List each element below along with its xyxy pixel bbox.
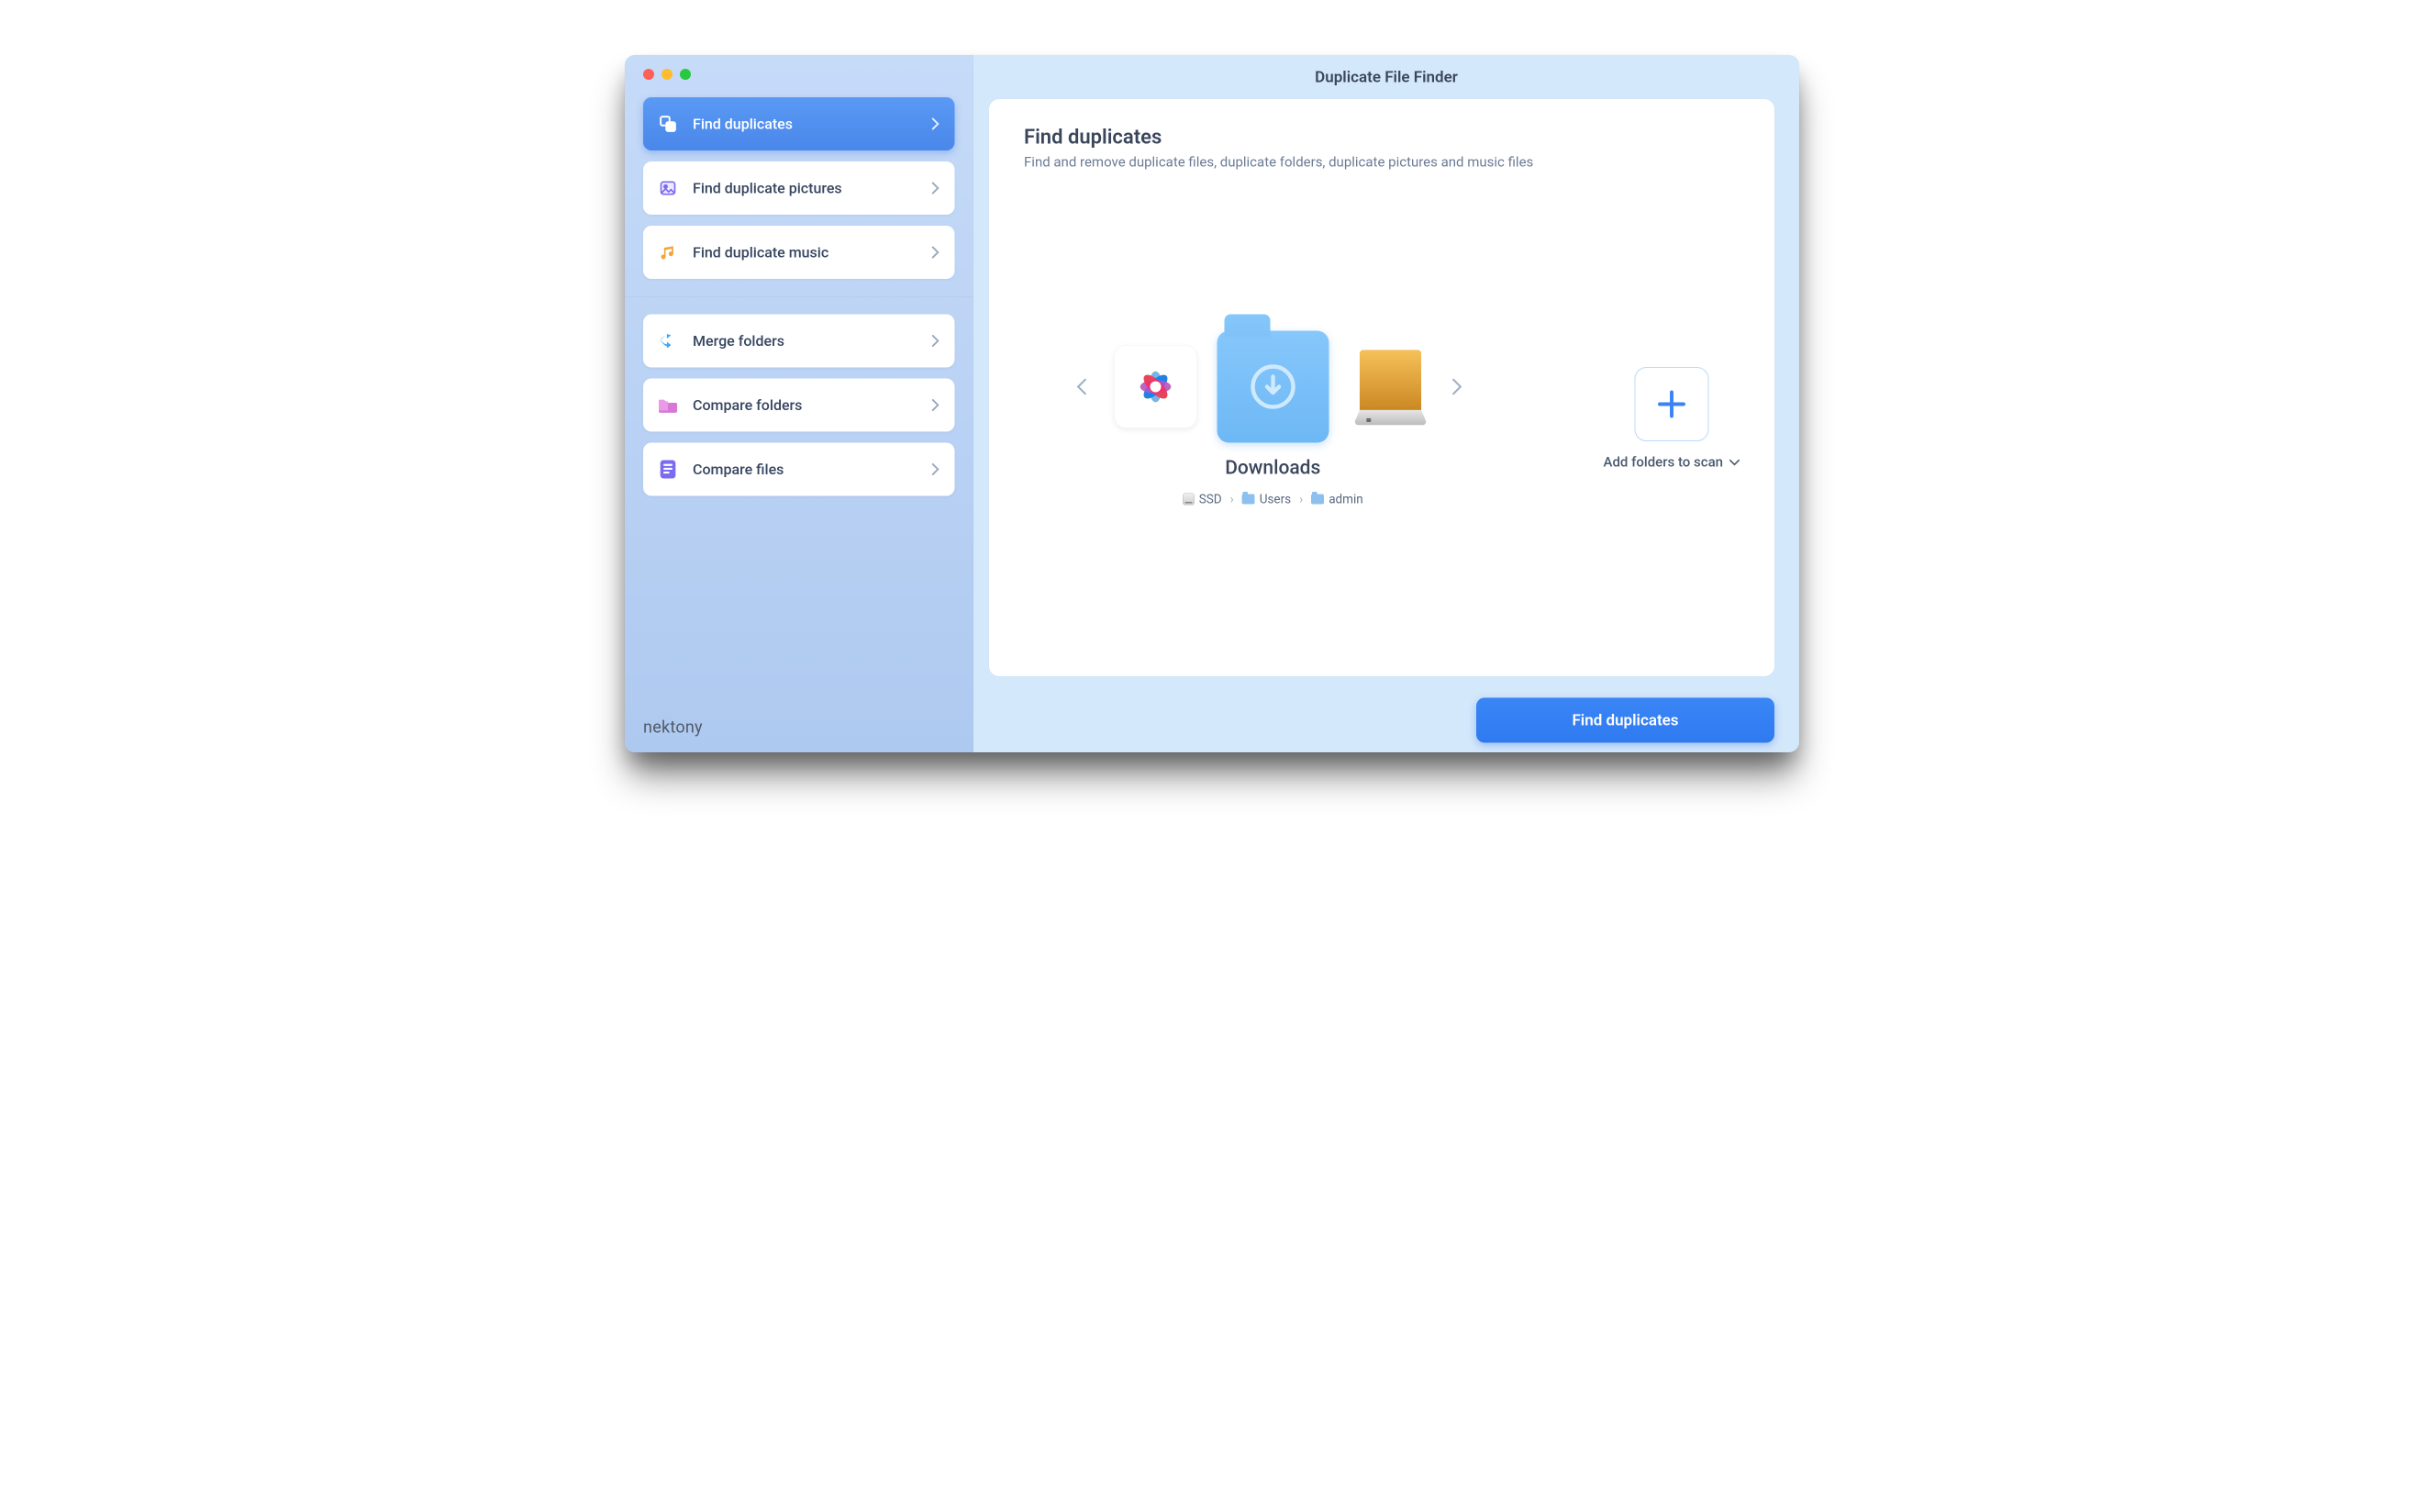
chevron-right-icon [932,247,940,259]
panel-subheading: Find and remove duplicate files, duplica… [1024,154,1740,171]
selected-source-path: SSD › Users › admin [1183,492,1363,506]
action-bar: Find duplicates [973,688,1799,752]
sidebar-item-label: Find duplicates [693,116,932,133]
external-disk-icon [1351,346,1429,428]
chevron-right-icon [932,335,940,347]
carousel-next-button[interactable] [1451,379,1469,395]
breadcrumb-separator: › [1230,492,1234,506]
chevron-down-icon [1729,459,1740,465]
sources-area: Downloads SSD › Users › [1024,180,1740,659]
find-duplicates-button[interactable]: Find duplicates [1476,698,1774,743]
sidebar-item-find-duplicate-music[interactable]: Find duplicate music [643,226,955,279]
carousel-prev-button[interactable] [1076,379,1094,395]
compare-folders-icon [657,395,679,417]
sidebar-nav: Find duplicates Find duplicate pictures [643,97,955,496]
source-carousel [1076,331,1469,443]
photos-app-icon [1128,360,1183,415]
zoom-window-button[interactable] [680,69,691,80]
breadcrumb-segment[interactable]: Users [1242,492,1291,506]
sidebar-item-label: Compare folders [693,396,932,414]
sidebar-item-label: Find duplicate music [693,244,932,261]
chevron-right-icon [932,399,940,411]
chevron-right-icon [932,183,940,195]
sidebar-item-compare-folders[interactable]: Compare folders [643,379,955,432]
breadcrumb-separator: › [1299,492,1303,506]
source-downloads-folder[interactable] [1217,331,1329,443]
source-photos-library[interactable] [1114,346,1196,428]
selected-source-name: Downloads [1225,457,1320,480]
main-area: Duplicate File Finder Find duplicates Fi… [973,55,1799,752]
sidebar-item-merge-folders[interactable]: Merge folders [643,315,955,368]
breadcrumb-segment[interactable]: SSD [1183,492,1222,506]
sidebar-item-compare-files[interactable]: Compare files [643,443,955,496]
minimize-window-button[interactable] [662,69,673,80]
app-window: Find duplicates Find duplicate pictures [625,55,1799,752]
breadcrumb-segment[interactable]: admin [1311,492,1363,506]
sidebar-divider [625,296,973,297]
folder-icon [1242,495,1255,505]
sidebar-item-label: Compare files [693,461,932,478]
duplicates-icon [657,113,679,135]
picture-icon [657,177,679,199]
merge-icon [657,330,679,352]
add-folders-dropdown[interactable]: Add folders to scan [1604,454,1740,471]
source-external-disk[interactable] [1349,346,1431,428]
add-folder-button[interactable] [1634,367,1708,441]
sidebar-item-find-duplicate-pictures[interactable]: Find duplicate pictures [643,161,955,215]
window-controls [643,69,955,80]
chevron-right-icon [932,463,940,475]
sidebar-item-label: Merge folders [693,332,932,350]
window-title: Duplicate File Finder [973,55,1799,99]
music-icon [657,241,679,263]
content-panel: Find duplicates Find and remove duplicat… [989,99,1774,676]
brand-logo: nektony [643,717,703,737]
add-folders-area: Add folders to scan [1604,367,1740,471]
close-window-button[interactable] [643,69,654,80]
chevron-right-icon [932,118,940,130]
disk-icon [1183,494,1195,506]
sidebar-item-find-duplicates[interactable]: Find duplicates [643,97,955,150]
downloads-folder-icon [1248,361,1298,412]
sidebar-item-label: Find duplicate pictures [693,180,932,197]
folder-icon [1311,495,1324,505]
sidebar: Find duplicates Find duplicate pictures [625,55,973,752]
compare-files-icon [657,459,679,481]
panel-heading: Find duplicates [1024,125,1740,149]
